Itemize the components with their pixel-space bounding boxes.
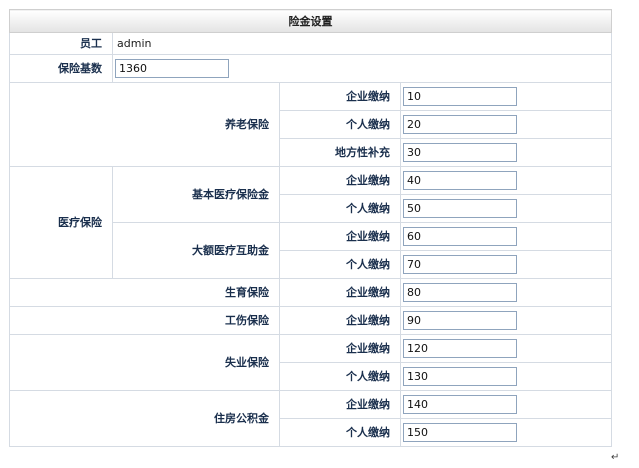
medical-label: 医疗保险 bbox=[9, 166, 113, 279]
unemployment-personal-label: 个人缴纳 bbox=[279, 362, 401, 391]
unemployment-company-row: 失业保险 企业缴纳 bbox=[9, 334, 612, 391]
housing-company-label: 企业缴纳 bbox=[279, 390, 401, 419]
paragraph-mark: ↵ bbox=[611, 452, 620, 463]
housing-personal-label: 个人缴纳 bbox=[279, 418, 401, 447]
pension-local-label: 地方性补充 bbox=[279, 138, 401, 167]
insurance-settings-table: 险金设置 员工 admin 保险基数 养老保险 企业缴纳 个人缴纳 地方性补充 … bbox=[9, 9, 612, 447]
employee-row: 员工 admin bbox=[9, 32, 612, 55]
pension-label: 养老保险 bbox=[9, 82, 280, 167]
base-label: 保险基数 bbox=[9, 54, 113, 83]
base-row: 保险基数 bbox=[9, 54, 612, 83]
housing-personal-input[interactable] bbox=[403, 423, 517, 442]
medical-basic-personal-label: 个人缴纳 bbox=[279, 194, 401, 223]
unemployment-personal-input[interactable] bbox=[403, 367, 517, 386]
housing-label: 住房公积金 bbox=[9, 390, 280, 447]
housing-company-row: 住房公积金 企业缴纳 bbox=[9, 390, 612, 447]
page-title: 险金设置 bbox=[9, 9, 612, 33]
pension-company-row: 养老保险 企业缴纳 bbox=[9, 82, 612, 167]
employee-label: 员工 bbox=[9, 32, 113, 55]
medical-basic-personal-input[interactable] bbox=[403, 199, 517, 218]
medical-basic-label: 基本医疗保险金 bbox=[112, 166, 280, 223]
unemployment-company-label: 企业缴纳 bbox=[279, 334, 401, 363]
medical-major-label: 大额医疗互助金 bbox=[112, 222, 280, 279]
unemployment-label: 失业保险 bbox=[9, 334, 280, 391]
maternity-company-input[interactable] bbox=[403, 283, 517, 302]
medical-major-personal-input[interactable] bbox=[403, 255, 517, 274]
medical-major-personal-label: 个人缴纳 bbox=[279, 250, 401, 279]
pension-company-input[interactable] bbox=[403, 87, 517, 106]
medical-basic-company-input[interactable] bbox=[403, 171, 517, 190]
medical-major-company-input[interactable] bbox=[403, 227, 517, 246]
medical-major-company-label: 企业缴纳 bbox=[279, 222, 401, 251]
maternity-label: 生育保险 bbox=[9, 278, 280, 307]
medical-basic-company-label: 企业缴纳 bbox=[279, 166, 401, 195]
injury-company-input[interactable] bbox=[403, 311, 517, 330]
injury-row: 工伤保险 企业缴纳 bbox=[9, 306, 612, 335]
maternity-company-label: 企业缴纳 bbox=[279, 278, 401, 307]
employee-name: admin bbox=[112, 32, 612, 55]
maternity-row: 生育保险 企业缴纳 bbox=[9, 278, 612, 307]
pension-personal-input[interactable] bbox=[403, 115, 517, 134]
pension-company-label: 企业缴纳 bbox=[279, 82, 401, 111]
unemployment-company-input[interactable] bbox=[403, 339, 517, 358]
medical-basic-company-row: 医疗保险 基本医疗保险金 企业缴纳 bbox=[9, 166, 612, 279]
housing-company-input[interactable] bbox=[403, 395, 517, 414]
injury-label: 工伤保险 bbox=[9, 306, 280, 335]
injury-company-label: 企业缴纳 bbox=[279, 306, 401, 335]
header-row: 险金设置 bbox=[9, 9, 612, 33]
pension-local-input[interactable] bbox=[403, 143, 517, 162]
pension-personal-label: 个人缴纳 bbox=[279, 110, 401, 139]
base-input[interactable] bbox=[115, 59, 229, 78]
